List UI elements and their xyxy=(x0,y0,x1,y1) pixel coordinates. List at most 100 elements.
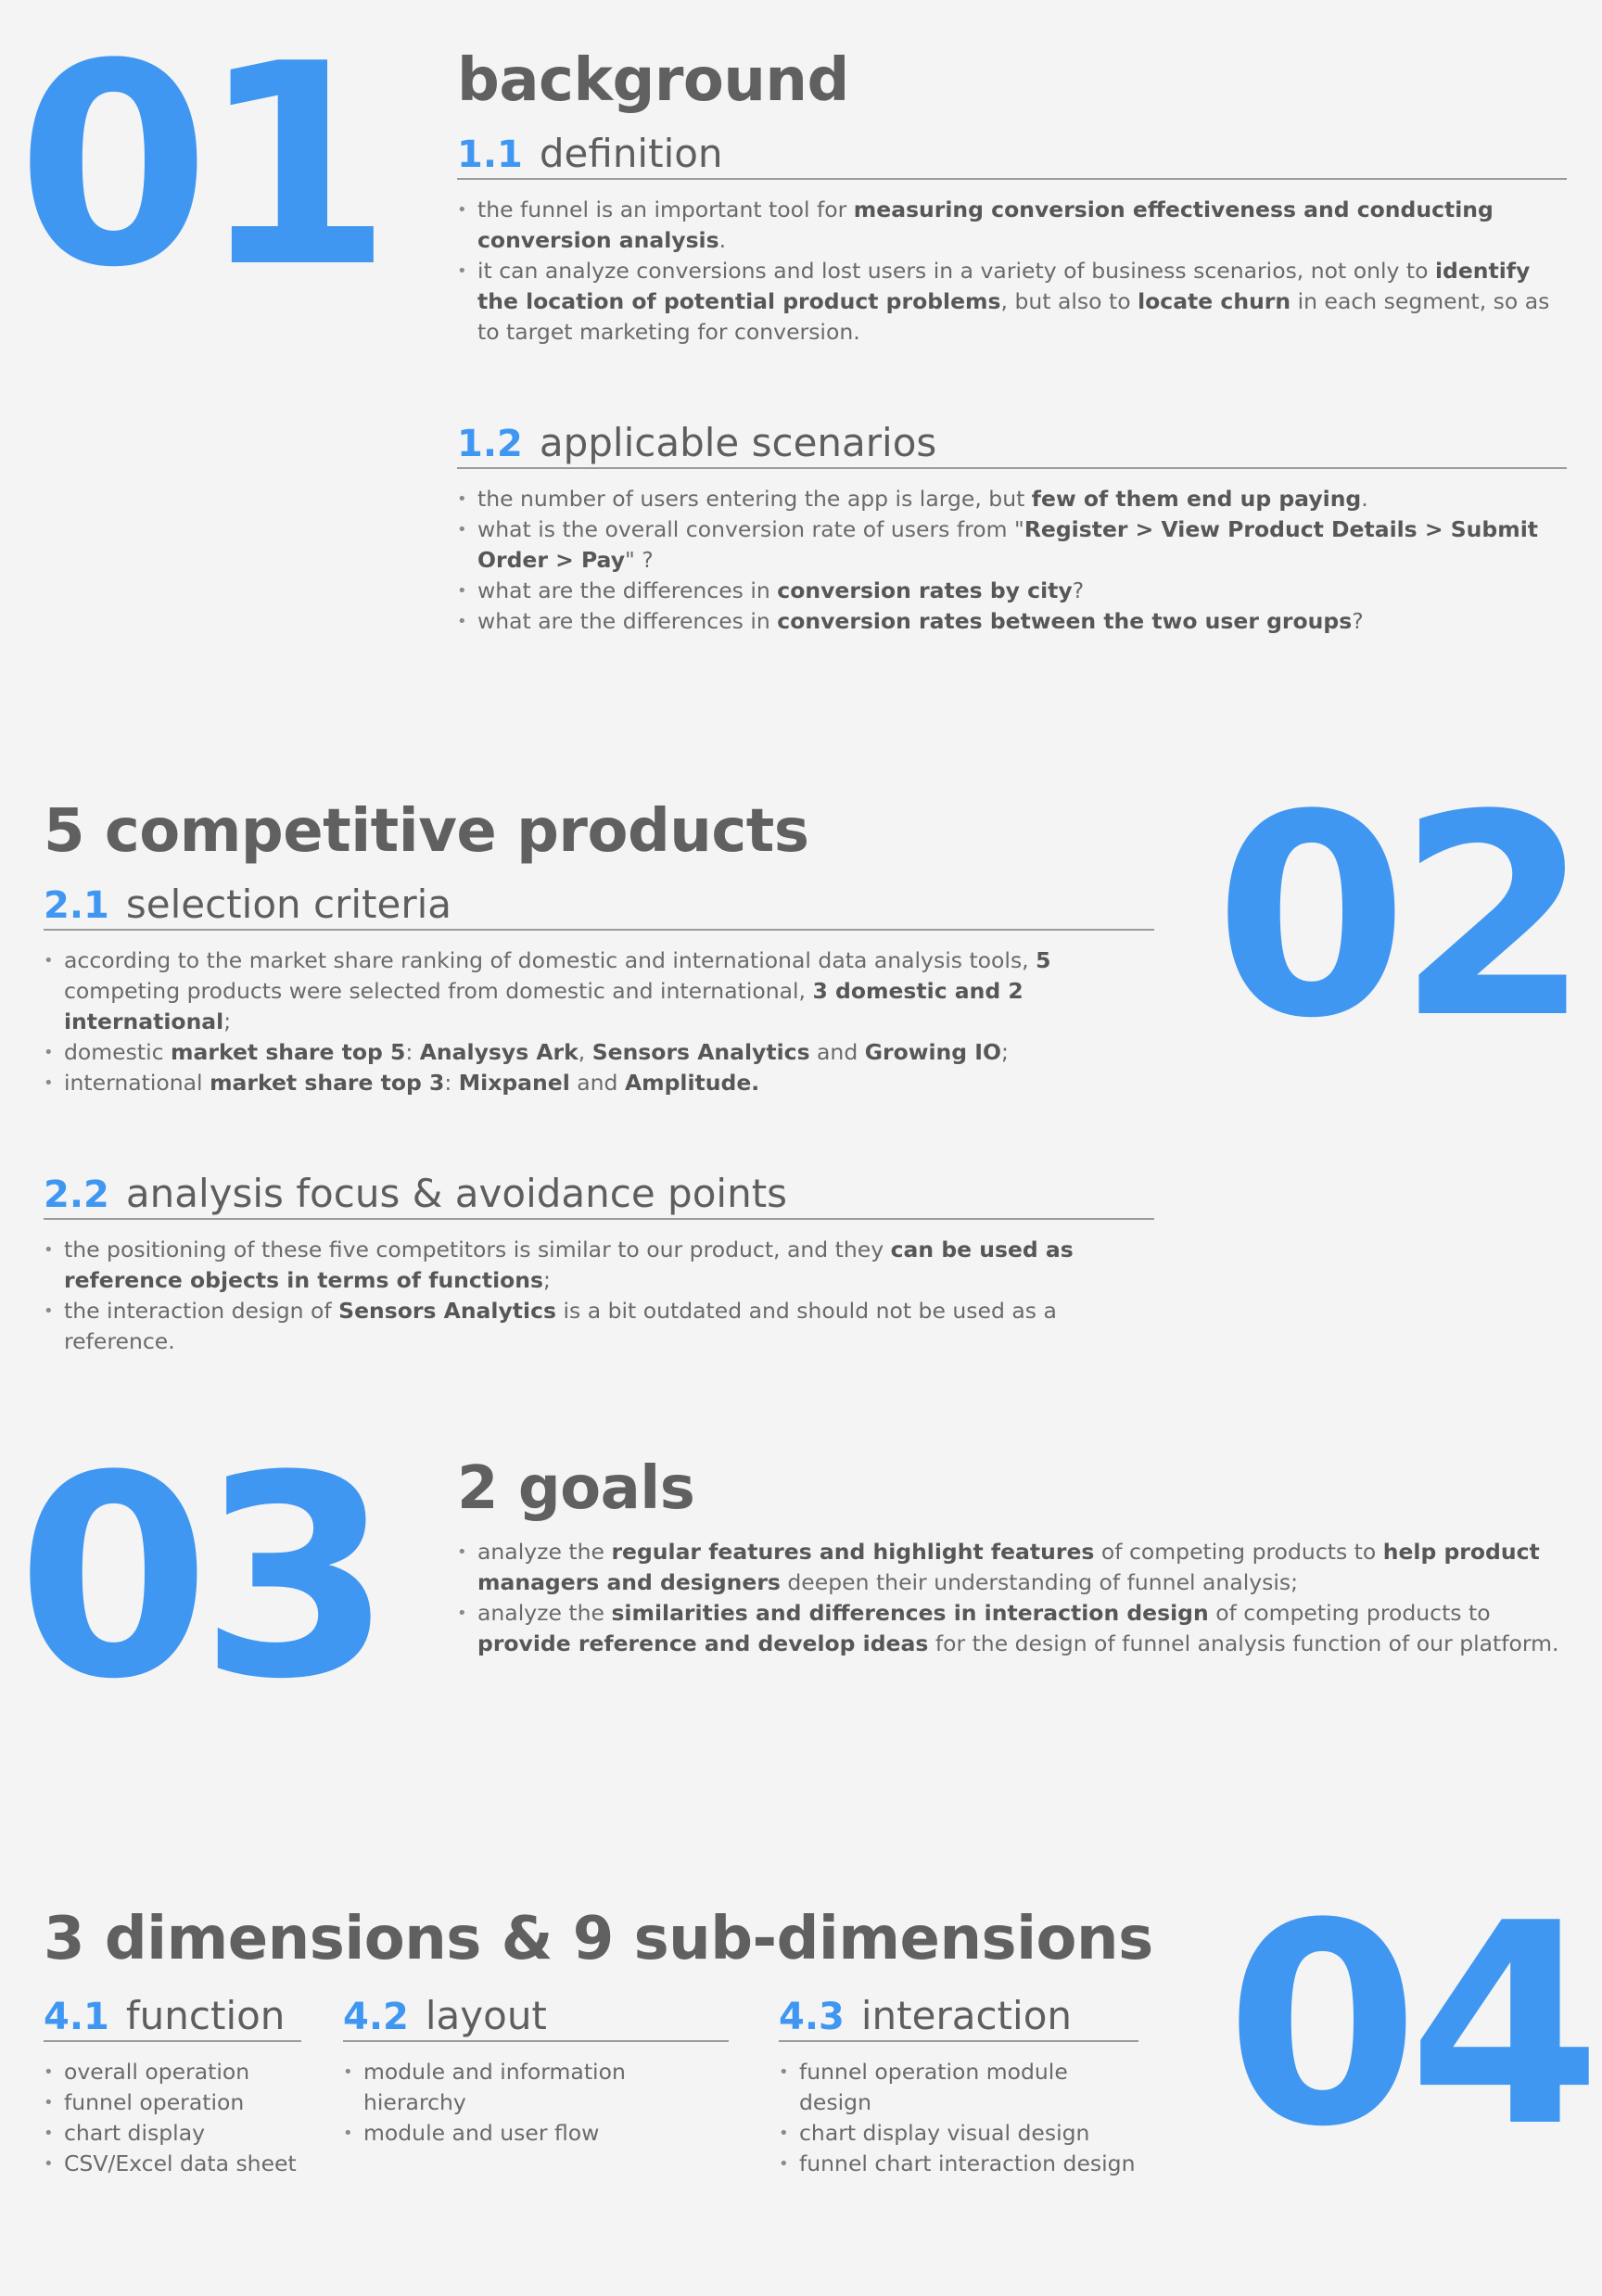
body-text: ? xyxy=(1072,577,1085,603)
subsection-heading: 4.3 interaction xyxy=(779,1993,1138,2042)
emphasis-text: provide reference and develop ideas xyxy=(477,1630,929,1656)
body-text: domestic xyxy=(64,1039,172,1065)
subsection-heading: 2.1 selection criteria xyxy=(44,882,1154,931)
dimension-column-function: 4.1 function overall operationfunnel ope… xyxy=(44,1993,301,2179)
list-item: the funnel is an important tool for meas… xyxy=(457,195,1567,256)
body-text: what is the overall conversion rate of u… xyxy=(477,516,1024,542)
emphasis-text: similarities and differences in interact… xyxy=(611,1600,1209,1626)
bullet-list: the funnel is an important tool for meas… xyxy=(457,195,1567,348)
body-text: . xyxy=(718,227,727,253)
body-text: the interaction design of xyxy=(64,1298,339,1324)
bullet-list: overall operationfunnel operationchart d… xyxy=(44,2057,301,2179)
list-item: funnel chart interaction design xyxy=(779,2149,1138,2179)
body-text: : xyxy=(444,1070,459,1096)
list-item: what are the differences in conversion r… xyxy=(457,576,1567,606)
list-item: overall operation xyxy=(44,2057,301,2087)
list-item: chart display visual design xyxy=(779,2118,1138,2149)
list-item: CSV/Excel data sheet xyxy=(44,2149,301,2179)
body-text: analyze the xyxy=(477,1539,612,1565)
body-text: " ? xyxy=(625,547,654,573)
body-text: international xyxy=(64,1070,210,1096)
list-item: domestic market share top 5: Analysys Ar… xyxy=(44,1037,1154,1068)
body-text: of competing products to xyxy=(1094,1539,1383,1565)
body-text: and xyxy=(809,1039,865,1065)
list-item: funnel operation xyxy=(44,2087,301,2118)
body-text: ; xyxy=(223,1008,232,1034)
emphasis-text: market share top 5 xyxy=(171,1039,406,1065)
emphasis-text: market share top 3 xyxy=(210,1070,445,1096)
section-title: 5 competitive products xyxy=(44,797,809,866)
subsection-label: applicable scenarios xyxy=(539,420,937,465)
section-competitive-products: 5 competitive products 2.1 selection cri… xyxy=(44,802,1154,1357)
subsection-label: selection criteria xyxy=(125,882,451,927)
list-item: chart display xyxy=(44,2118,301,2149)
body-text: ; xyxy=(543,1267,551,1293)
section-number-04: 04 xyxy=(1226,1864,1601,2188)
emphasis-text: Sensors Analytics xyxy=(591,1039,810,1065)
section-dimensions: 3 dimensions & 9 sub-dimensions xyxy=(44,1909,1184,1969)
subsection-number: 2.1 xyxy=(44,884,109,927)
list-item: according to the market share ranking of… xyxy=(44,945,1154,1037)
body-text: for the design of funnel analysis functi… xyxy=(928,1630,1559,1656)
body-text: according to the market share ranking of… xyxy=(64,947,1036,973)
bullet-list: the positioning of these five competitor… xyxy=(44,1235,1154,1357)
body-text: it can analyze conversions and lost user… xyxy=(477,258,1435,284)
body-text: and xyxy=(569,1070,625,1096)
subsection-label: analysis focus & avoidance points xyxy=(125,1171,788,1216)
section-title: background xyxy=(457,46,849,115)
subsection-label: interaction xyxy=(860,1993,1073,2038)
list-item: the positioning of these five competitor… xyxy=(44,1235,1154,1296)
list-item: module and user flow xyxy=(343,2118,729,2149)
emphasis-text: conversion rates between the two user gr… xyxy=(777,608,1353,634)
bullet-list: module and information hierarchymodule a… xyxy=(343,2057,729,2149)
dimension-column-layout: 4.2 layout module and information hierar… xyxy=(343,1993,729,2149)
subsection-heading: 4.2 layout xyxy=(343,1993,729,2042)
emphasis-text: Analysys Ark xyxy=(419,1039,578,1065)
subsection-number: 4.3 xyxy=(779,1996,845,2038)
section-title: 3 dimensions & 9 sub-dimensions xyxy=(44,1905,1153,1973)
emphasis-text: Sensors Analytics xyxy=(338,1298,556,1324)
body-text: the number of users entering the app is … xyxy=(477,486,1032,512)
emphasis-text: regular features and highlight features xyxy=(611,1539,1095,1565)
subsection-label: layout xyxy=(425,1993,547,2038)
body-text: of competing products to xyxy=(1208,1600,1491,1626)
bullet-list: funnel operation module designchart disp… xyxy=(779,2057,1138,2179)
subsection-heading: 4.1 function xyxy=(44,1993,301,2042)
list-item: it can analyze conversions and lost user… xyxy=(457,256,1567,348)
emphasis-text: locate churn xyxy=(1138,288,1291,314)
subsection-label: function xyxy=(125,1993,286,2038)
body-text: analyze the xyxy=(477,1600,612,1626)
subsection-label: definition xyxy=(539,131,723,176)
section-title: 2 goals xyxy=(457,1454,695,1523)
body-text: , xyxy=(578,1039,592,1065)
body-text: : xyxy=(405,1039,420,1065)
dimension-column-interaction: 4.3 interaction funnel operation module … xyxy=(779,1993,1138,2179)
list-item: the number of users entering the app is … xyxy=(457,484,1567,514)
bullet-list: the number of users entering the app is … xyxy=(457,484,1567,637)
list-item: analyze the regular features and highlig… xyxy=(457,1537,1567,1598)
section-number-01: 01 xyxy=(17,5,392,328)
body-text: ; xyxy=(1000,1039,1009,1065)
section-number-03: 03 xyxy=(17,1416,392,1740)
bullet-list: according to the market share ranking of… xyxy=(44,945,1154,1098)
emphasis-text: 5 xyxy=(1036,947,1051,973)
emphasis-text: conversion rates by city xyxy=(777,577,1073,603)
subsection-number: 4.2 xyxy=(343,1996,409,2038)
section-number-02: 02 xyxy=(1214,755,1590,1079)
subsection-number: 2.2 xyxy=(44,1173,109,1216)
list-item: what is the overall conversion rate of u… xyxy=(457,514,1567,576)
list-item: international market share top 3: Mixpan… xyxy=(44,1068,1154,1098)
section-background: background 1.1 definition the funnel is … xyxy=(457,51,1567,637)
subsection-number: 1.2 xyxy=(457,423,523,465)
emphasis-text: Growing IO xyxy=(864,1039,1001,1065)
subsection-number: 4.1 xyxy=(44,1996,109,2038)
bullet-list: analyze the regular features and highlig… xyxy=(457,1537,1567,1659)
section-goals: 2 goals analyze the regular features and… xyxy=(457,1459,1567,1659)
body-text: what are the differences in xyxy=(477,608,778,634)
subsection-heading: 1.1 definition xyxy=(457,131,1567,180)
body-text: the positioning of these five competitor… xyxy=(64,1237,891,1262)
list-item: module and information hierarchy xyxy=(343,2057,729,2118)
subsection-heading: 1.2 applicable scenarios xyxy=(457,420,1567,469)
emphasis-text: few of them end up paying xyxy=(1031,486,1362,512)
body-text: the funnel is an important tool for xyxy=(477,197,854,222)
